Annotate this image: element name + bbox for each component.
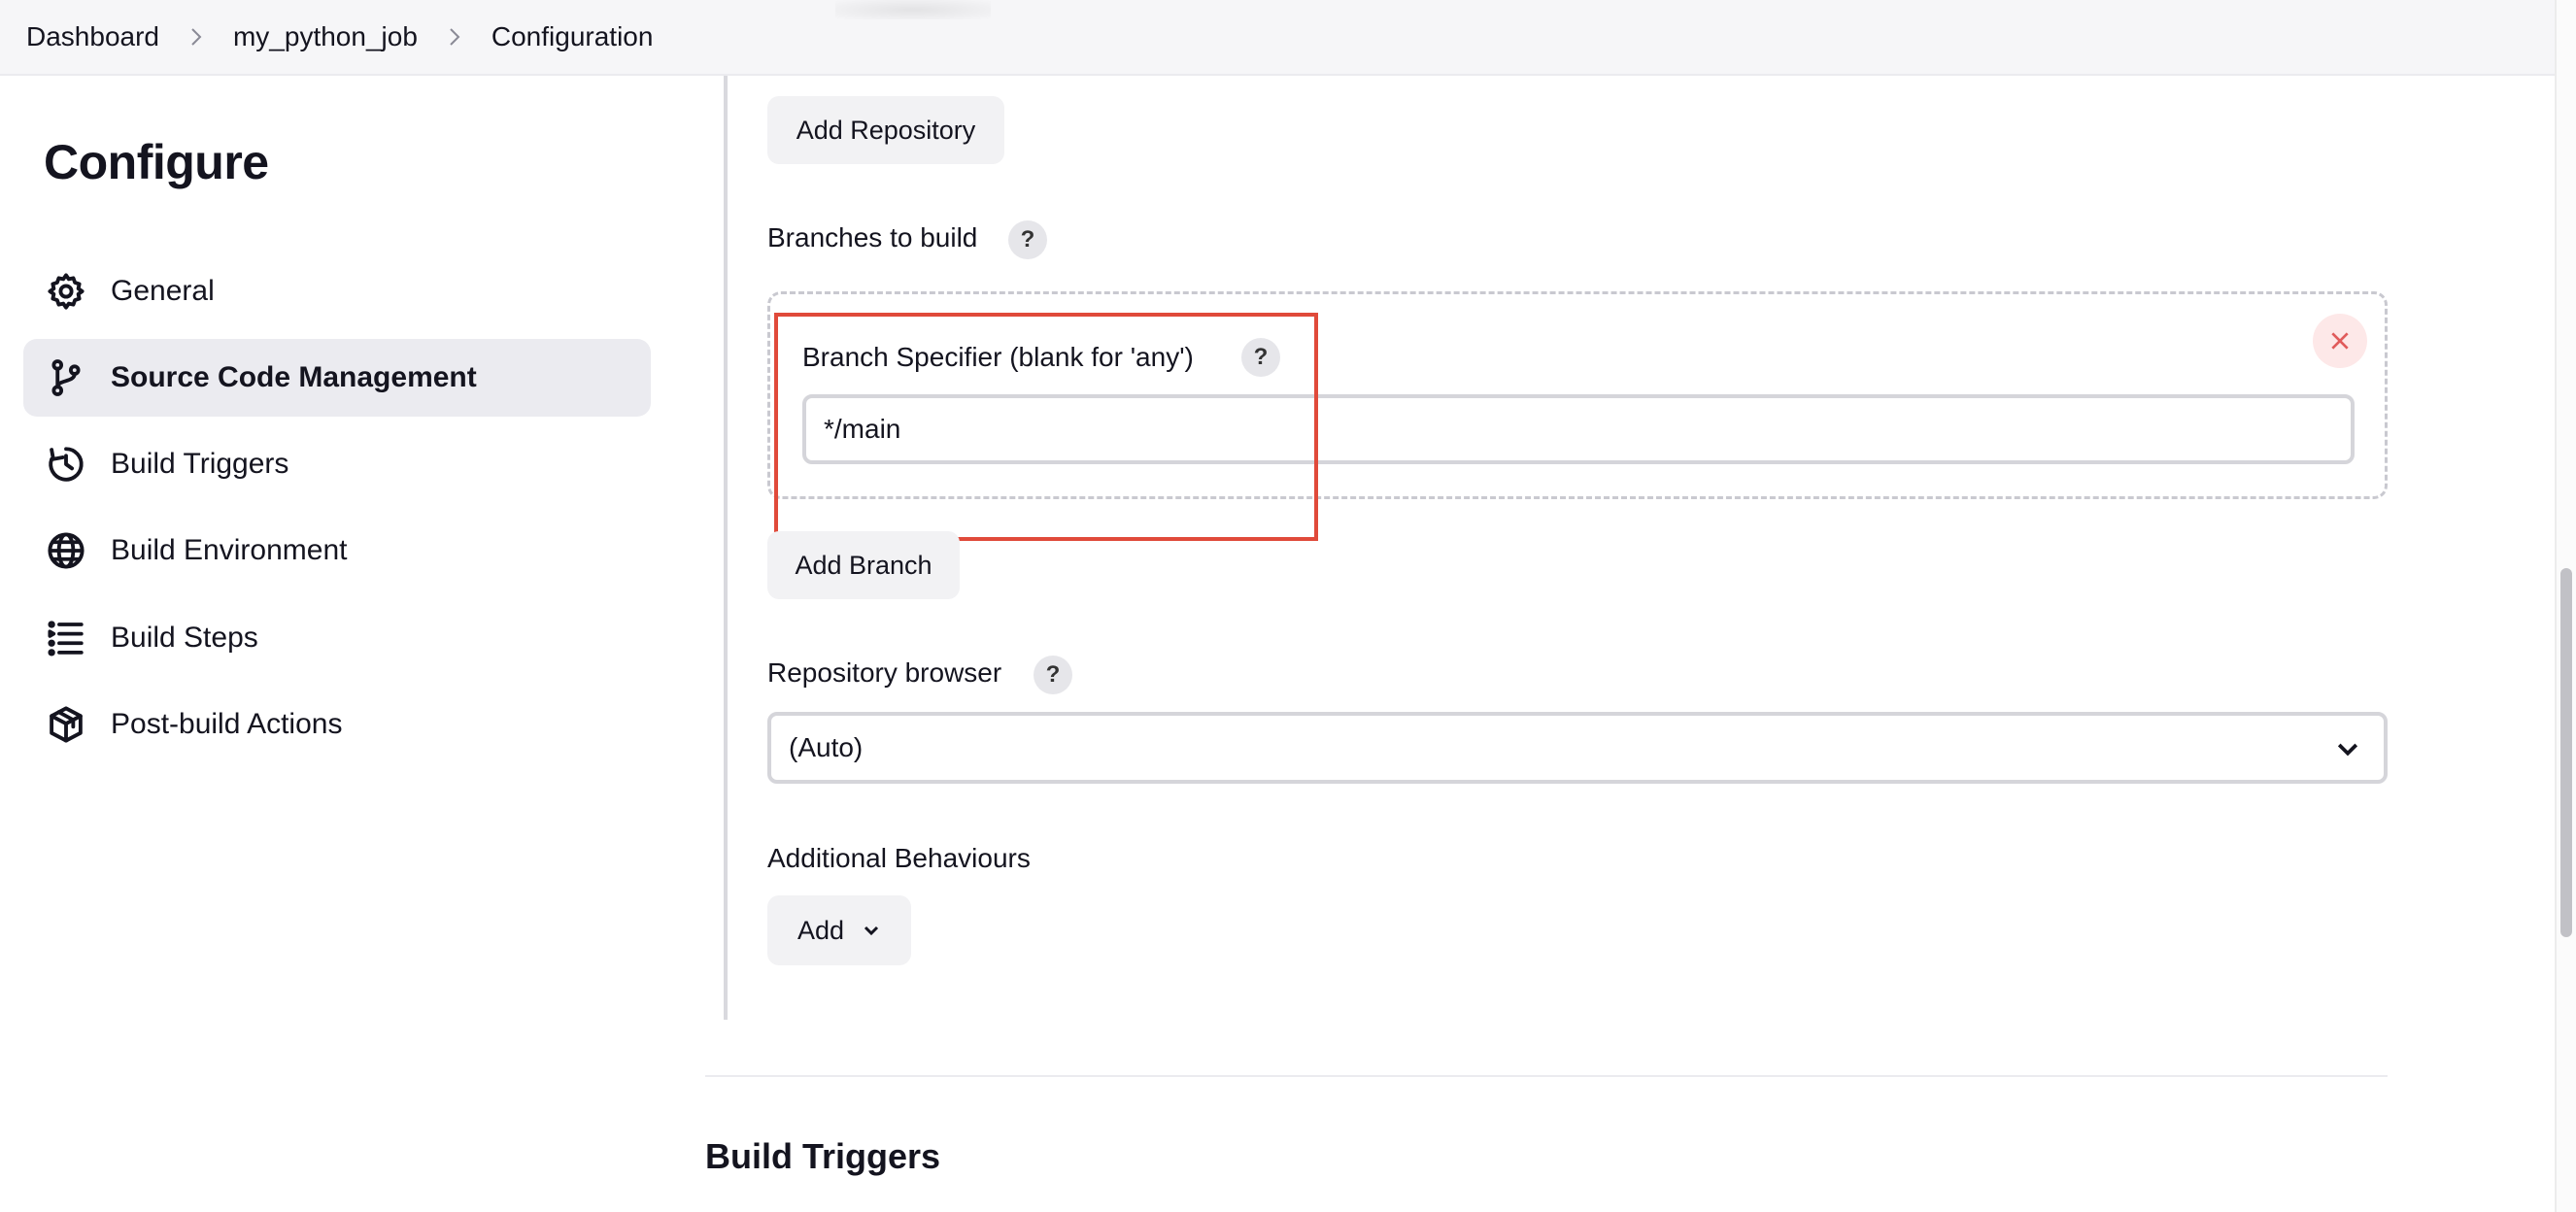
breadcrumb: Dashboard my_python_job Configuration	[0, 0, 2555, 76]
timer-icon	[45, 443, 87, 486]
build-triggers-section-title: Build Triggers	[705, 1136, 941, 1176]
package-icon	[45, 703, 87, 746]
repository-browser-value: (Auto)	[789, 732, 864, 762]
scroll-shadow	[835, 0, 991, 19]
breadcrumb-dashboard[interactable]: Dashboard	[26, 21, 159, 52]
repository-browser-label: Repository browser	[767, 657, 1002, 688]
chevron-down-icon	[864, 926, 879, 936]
sidebar-item-label: Build Triggers	[111, 448, 289, 480]
chevron-right-icon	[447, 26, 462, 48]
chevron-right-icon	[188, 26, 204, 48]
page-title: Configure	[44, 135, 269, 189]
section-divider-line	[724, 76, 728, 1020]
close-icon	[2331, 332, 2349, 350]
section-separator	[705, 1075, 2388, 1077]
gear-icon	[45, 270, 87, 313]
repository-browser-select[interactable]: (Auto)	[767, 712, 2388, 784]
branches-to-build-label: Branches to build	[767, 222, 978, 252]
sidebar-item-build-triggers[interactable]: Build Triggers	[23, 425, 651, 503]
add-behaviour-dropdown-button[interactable]: Add	[767, 895, 911, 965]
breadcrumb-configuration[interactable]: Configuration	[491, 21, 654, 52]
sidebar-item-build-steps[interactable]: Build Steps	[23, 599, 651, 677]
add-repository-button[interactable]: Add Repository	[767, 96, 1004, 164]
sidebar-item-label: General	[111, 275, 215, 307]
sidebar-item-label: Source Code Management	[111, 361, 477, 393]
help-icon[interactable]: ?	[1008, 220, 1047, 259]
add-label: Add	[797, 915, 845, 945]
sidebar-item-build-environment[interactable]: Build Environment	[23, 512, 651, 589]
add-branch-button[interactable]: Add Branch	[767, 531, 960, 599]
scrollbar-thumb[interactable]	[2560, 568, 2572, 937]
globe-icon	[45, 529, 87, 572]
highlight-box	[774, 313, 1318, 541]
sidebar-item-label: Build Steps	[111, 622, 258, 654]
help-icon[interactable]: ?	[1034, 656, 1072, 694]
remove-branch-button[interactable]	[2313, 314, 2367, 368]
sidebar-item-general[interactable]: General	[23, 252, 651, 330]
additional-behaviours-label: Additional Behaviours	[767, 843, 1031, 873]
sidebar-item-label: Build Environment	[111, 534, 348, 566]
chevron-down-icon	[2333, 735, 2362, 771]
branch-icon	[45, 356, 87, 399]
sidebar-item-label: Post-build Actions	[111, 708, 343, 740]
list-icon	[45, 617, 87, 659]
breadcrumb-job[interactable]: my_python_job	[233, 21, 418, 52]
sidebar-item-post-build-actions[interactable]: Post-build Actions	[23, 686, 651, 763]
sidebar-item-source-code-management[interactable]: Source Code Management	[23, 339, 651, 417]
scrollbar-track[interactable]	[2555, 0, 2576, 1212]
